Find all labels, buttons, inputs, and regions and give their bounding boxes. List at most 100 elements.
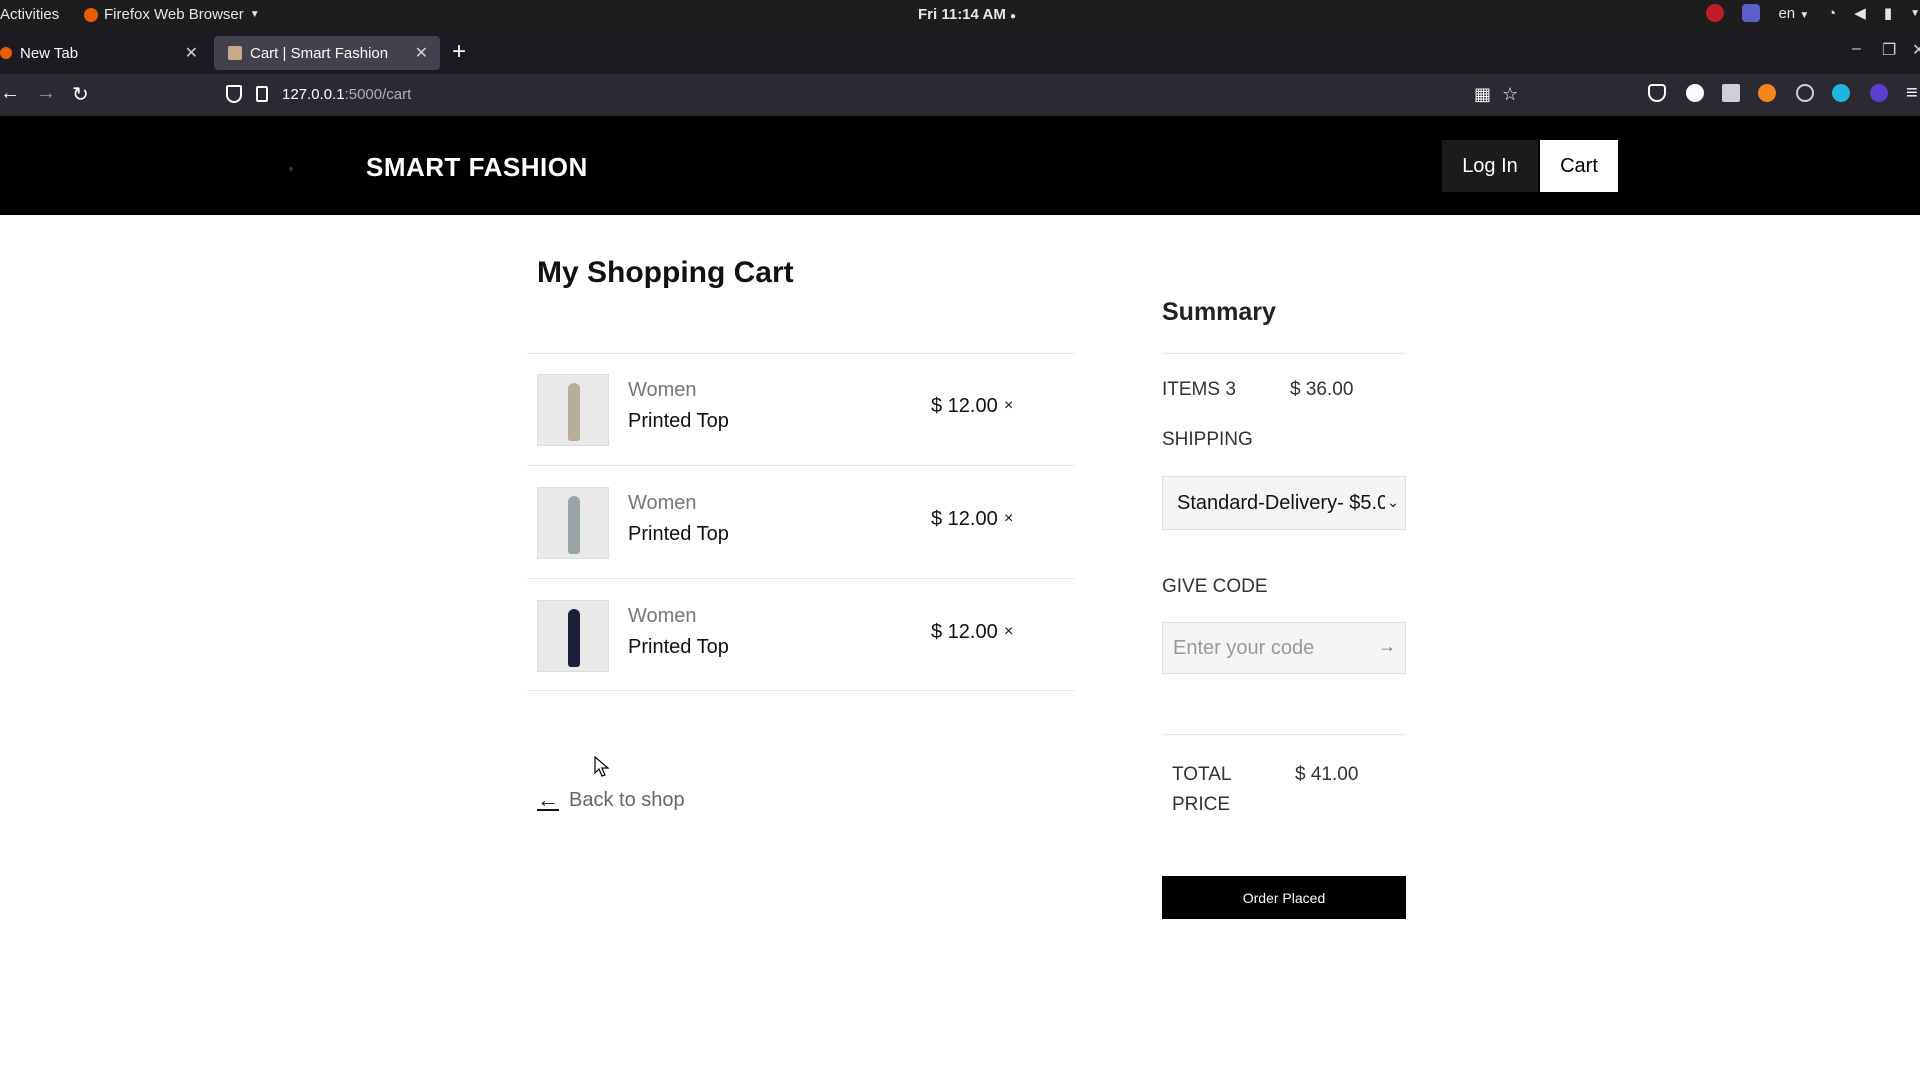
remove-item-icon[interactable]: × [1004, 623, 1013, 641]
pocket-icon[interactable] [1648, 84, 1666, 102]
mouse-cursor-icon [594, 756, 610, 777]
cart-item: Women Printed Top $ 12.00 × [527, 579, 1074, 691]
item-price: $ 12.00 [931, 621, 998, 643]
item-category: Women [628, 492, 697, 514]
chevron-down-icon: ▼ [249, 9, 260, 20]
shipping-label: SHIPPING [1162, 429, 1253, 450]
chevron-down-icon: ▼ [1799, 9, 1810, 21]
blue-extension-icon[interactable] [1832, 84, 1850, 102]
product-figure [568, 496, 580, 554]
cart-item: Women Printed Top $ 12.00 × [527, 466, 1074, 578]
extension-m-icon[interactable] [1686, 84, 1704, 102]
promo-code-label: GIVE CODE [1162, 576, 1268, 597]
system-tray: en ▼ ◔ ◀ ▮ ▼ [1706, 4, 1920, 22]
chevron-down-icon: ⌄ [1385, 494, 1399, 511]
back-to-shop-link[interactable]: ← Back to shop [537, 787, 685, 813]
tab-cart[interactable]: Cart | Smart Fashion ✕ [214, 36, 440, 70]
back-icon[interactable]: ← [0, 82, 20, 105]
divider [1162, 353, 1406, 354]
battery-icon[interactable]: ▮ [1884, 4, 1892, 22]
back-to-shop-label: Back to shop [569, 788, 685, 811]
firefox-icon [0, 47, 12, 59]
notification-dot-icon: ● [1009, 11, 1017, 22]
summary-title: Summary [1162, 298, 1276, 326]
close-window-icon[interactable]: ✕ [1912, 40, 1920, 60]
clock-label: Fri 11:14 AM [918, 6, 1006, 23]
cart-item: Women Printed Top $ 12.00 × [527, 353, 1074, 465]
cart-button[interactable]: Cart [1540, 140, 1618, 192]
site-header: SMART FASHION Log In Cart [0, 116, 1920, 215]
minimize-icon[interactable]: – [1852, 40, 1861, 58]
volume-icon[interactable]: ◀ [1854, 4, 1866, 22]
fox-extension-icon[interactable] [1758, 84, 1776, 102]
tab-new-tab[interactable]: New Tab ✕ [0, 36, 210, 70]
record-icon[interactable] [1706, 4, 1725, 22]
language-label: en [1778, 4, 1796, 22]
product-image[interactable] [537, 487, 609, 559]
close-icon[interactable]: ✕ [415, 43, 428, 63]
clock[interactable]: Fri 11:14 AM ● [918, 6, 1016, 23]
logo-dot [289, 167, 293, 171]
brand-logo[interactable]: SMART FASHION [366, 152, 588, 183]
total-price-label: TOTAL PRICE [1172, 760, 1231, 820]
apps-grid-icon[interactable] [1722, 84, 1740, 102]
forward-icon[interactable]: → [36, 82, 56, 105]
item-category: Women [628, 605, 697, 627]
restore-icon[interactable]: ❐ [1882, 40, 1896, 60]
remove-item-icon[interactable]: × [1004, 510, 1013, 528]
url-bar[interactable]: 127.0.0.1:5000/cart ▦ ☆ [220, 78, 1520, 112]
divider [1162, 734, 1406, 735]
product-figure [568, 383, 580, 441]
total-label-line-1: TOTAL [1172, 764, 1232, 785]
browser-tab-strip: New Tab ✕ Cart | Smart Fashion ✕ + – ❐ ✕ [0, 30, 1920, 74]
app-menu[interactable]: Firefox Web Browser ▼ [84, 6, 260, 23]
item-name[interactable]: Printed Top [628, 636, 729, 659]
chevron-down-icon[interactable]: ▼ [1910, 8, 1920, 19]
items-subtotal: $ 36.00 [1290, 379, 1354, 400]
wifi-icon[interactable]: ◔ [1827, 5, 1836, 22]
qr-code-icon[interactable]: ▦ [1474, 84, 1491, 105]
page-title: My Shopping Cart [537, 256, 794, 289]
order-placed-button[interactable]: Order Placed [1162, 876, 1406, 919]
system-top-bar: Activities Firefox Web Browser ▼ Fri 11:… [0, 0, 1920, 30]
total-label-line-2: PRICE [1172, 794, 1231, 815]
tab-title: New Tab [20, 44, 79, 62]
new-tab-button[interactable]: + [452, 40, 466, 64]
close-icon[interactable]: ✕ [185, 43, 198, 63]
settings-extension-icon[interactable] [1796, 84, 1814, 102]
tab-title: Cart | Smart Fashion [250, 44, 389, 62]
divider [527, 690, 1074, 691]
remove-item-icon[interactable]: × [1004, 397, 1013, 415]
item-name[interactable]: Printed Top [628, 523, 729, 546]
purple-extension-icon[interactable] [1870, 84, 1888, 102]
tracking-protection-icon[interactable] [226, 85, 242, 103]
browser-nav-bar: ← → ↻ 127.0.0.1:5000/cart ▦ ☆ ≡ [0, 74, 1920, 116]
login-button[interactable]: Log In [1442, 140, 1538, 192]
url-host: 127.0.0.1 [282, 86, 345, 103]
promo-code-input[interactable] [1162, 622, 1406, 674]
language-indicator[interactable]: en ▼ [1778, 5, 1809, 22]
item-price: $ 12.00 [931, 508, 998, 530]
arrow-left-icon: ← [537, 787, 559, 812]
shipping-selected-value: Standard-Delivery- $5.00 [1177, 491, 1400, 514]
item-name[interactable]: Printed Top [628, 410, 729, 433]
url-text[interactable]: 127.0.0.1:5000/cart [282, 86, 411, 103]
url-path: :5000/cart [344, 86, 412, 103]
bookmark-star-icon[interactable]: ☆ [1502, 84, 1518, 105]
product-image[interactable] [537, 600, 609, 672]
activities-button[interactable]: Activities [0, 6, 59, 23]
page-info-icon[interactable] [256, 86, 268, 102]
app-menu-label: Firefox Web Browser [104, 6, 244, 23]
shipping-select[interactable]: Standard-Delivery- $5.00 ⌄ [1162, 476, 1406, 530]
total-price-value: $ 41.00 [1295, 764, 1359, 785]
arrow-right-icon[interactable]: → [1378, 636, 1396, 657]
product-figure [568, 609, 580, 667]
product-image[interactable] [537, 374, 609, 446]
item-price: $ 12.00 [931, 395, 998, 417]
reload-icon[interactable]: ↻ [72, 82, 89, 107]
firefox-icon [84, 7, 98, 22]
item-category: Women [628, 379, 697, 401]
teams-icon[interactable] [1742, 4, 1761, 22]
items-count-label: ITEMS 3 [1162, 379, 1236, 400]
menu-icon[interactable]: ≡ [1906, 82, 1918, 105]
